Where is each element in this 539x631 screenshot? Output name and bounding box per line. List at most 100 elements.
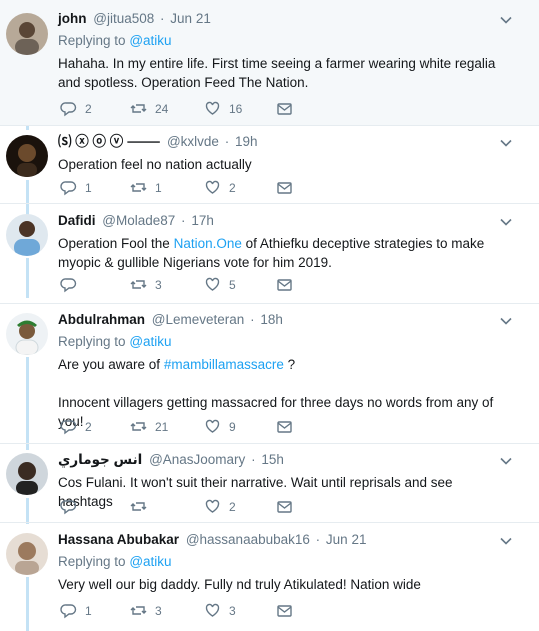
replying-to: Replying to @atiku — [58, 333, 509, 351]
tweet-header: انس جوماري @AnasJoomary · 15h — [58, 451, 509, 469]
timestamp[interactable]: Jun 21 — [170, 11, 211, 26]
message-button[interactable] — [276, 179, 293, 196]
tweet-text-part: Are you aware of — [58, 357, 164, 372]
chevron-down-icon[interactable] — [499, 215, 513, 229]
user-handle[interactable]: @jitua508 — [93, 11, 154, 26]
retweet-button[interactable]: 21 — [130, 418, 168, 435]
chevron-down-icon[interactable] — [499, 136, 513, 150]
tweet[interactable]: Hassana Abubakar @hassanaabubak16 · Jun … — [0, 523, 539, 631]
avatar[interactable] — [6, 533, 48, 575]
timestamp[interactable]: 17h — [191, 213, 214, 228]
timestamp[interactable]: 18h — [260, 312, 283, 327]
replying-to: Replying to @atiku — [58, 32, 509, 50]
user-name[interactable]: Abdulrahman — [58, 312, 145, 327]
avatar[interactable] — [6, 453, 48, 495]
separator: · — [224, 134, 230, 149]
like-button[interactable]: 16 — [204, 100, 242, 117]
avatar[interactable] — [6, 214, 48, 256]
tweet-header: Hassana Abubakar @hassanaabubak16 · Jun … — [58, 531, 509, 549]
avatar[interactable] — [6, 313, 48, 355]
tweet-link[interactable]: Nation.One — [174, 236, 242, 251]
reply-button[interactable]: 1 — [60, 602, 92, 619]
user-name[interactable]: ⒮ ⓧ ⓞ ⓥ ⸻ — [58, 134, 160, 149]
retweet-count: 24 — [155, 101, 169, 116]
separator: · — [160, 11, 165, 26]
chevron-down-icon[interactable] — [499, 534, 513, 548]
retweet-icon — [130, 502, 147, 511]
replying-label: Replying to — [58, 334, 126, 349]
reply-count: 2 — [85, 101, 92, 116]
reply-count: 1 — [85, 603, 92, 618]
retweet-icon — [130, 104, 147, 113]
tweet[interactable]: ⒮ ⓧ ⓞ ⓥ ⸻ @kxlvde · 19h Operation feel n… — [0, 126, 539, 204]
tweet-text: Hahaha. In my entire life. First time se… — [58, 56, 496, 90]
retweet-button[interactable]: 1 — [130, 179, 162, 196]
avatar[interactable] — [6, 135, 48, 177]
reply-icon — [60, 604, 77, 619]
retweet-count: 3 — [155, 277, 162, 292]
hashtag-link[interactable]: #mambillamassacre — [164, 357, 284, 372]
reply-icon — [60, 420, 77, 435]
like-count: 5 — [229, 277, 236, 292]
reply-button[interactable] — [60, 498, 85, 515]
message-button[interactable] — [276, 498, 293, 515]
tweet[interactable]: انس جوماري @AnasJoomary · 15h Cos Fulani… — [0, 444, 539, 523]
tweet-text: Are you aware of #mambillamassacre ? — [58, 355, 509, 374]
reply-button[interactable]: 1 — [60, 179, 92, 196]
replying-link[interactable]: @atiku — [129, 33, 171, 48]
heart-icon — [205, 277, 220, 291]
tweet-header: Abdulrahman @Lemeveteran · 18h — [58, 311, 509, 329]
retweet-button[interactable]: 3 — [130, 602, 162, 619]
chevron-down-icon[interactable] — [499, 454, 513, 468]
message-button[interactable] — [276, 276, 293, 293]
heart-icon — [205, 180, 220, 194]
user-name[interactable]: john — [58, 11, 87, 26]
replying-link[interactable]: @atiku — [129, 554, 171, 569]
envelope-icon — [277, 103, 292, 115]
envelope-icon — [277, 421, 292, 433]
user-handle[interactable]: @hassanaabubak16 — [186, 532, 310, 547]
reply-button[interactable]: 2 — [60, 418, 92, 435]
timestamp[interactable]: 19h — [235, 134, 258, 149]
tweet[interactable]: Dafidi @Molade87 · 17h Operation Fool th… — [0, 204, 539, 304]
reply-button[interactable]: 2 — [60, 100, 92, 117]
heart-icon — [205, 499, 220, 513]
user-handle[interactable]: @AnasJoomary — [149, 452, 245, 467]
reply-button[interactable] — [60, 276, 85, 293]
separator: · — [250, 312, 255, 327]
envelope-icon — [277, 279, 292, 291]
heart-icon — [205, 101, 220, 115]
message-button[interactable] — [276, 418, 293, 435]
like-button[interactable]: 9 — [204, 418, 236, 435]
retweet-button[interactable]: 3 — [130, 276, 162, 293]
reply-count: 2 — [85, 419, 92, 434]
user-handle[interactable]: @Lemeveteran — [152, 312, 245, 327]
user-handle[interactable]: @Molade87 — [102, 213, 175, 228]
reply-count: 1 — [85, 180, 92, 195]
timestamp[interactable]: 15h — [261, 452, 284, 467]
retweet-button[interactable] — [130, 498, 155, 515]
user-handle[interactable]: @kxlvde — [167, 134, 219, 149]
like-button[interactable]: 2 — [204, 179, 236, 196]
message-button[interactable] — [276, 100, 293, 117]
like-button[interactable]: 2 — [204, 498, 236, 515]
retweet-icon — [130, 606, 147, 615]
like-count: 2 — [229, 180, 236, 195]
replying-link[interactable]: @atiku — [129, 334, 171, 349]
like-count: 16 — [229, 101, 243, 116]
timestamp[interactable]: Jun 21 — [326, 532, 367, 547]
chevron-down-icon[interactable] — [499, 13, 513, 27]
reply-icon — [60, 181, 77, 196]
tweet[interactable]: john @jitua508 · Jun 21 Replying to @ati… — [0, 0, 539, 126]
like-button[interactable]: 3 — [204, 602, 236, 619]
chevron-down-icon[interactable] — [499, 314, 513, 328]
user-name[interactable]: Dafidi — [58, 213, 96, 228]
avatar[interactable] — [6, 13, 48, 55]
reply-icon — [60, 102, 77, 117]
like-button[interactable]: 5 — [204, 276, 236, 293]
user-name[interactable]: Hassana Abubakar — [58, 532, 179, 547]
message-button[interactable] — [276, 602, 293, 619]
user-name[interactable]: انس جوماري — [58, 452, 142, 467]
tweet[interactable]: Abdulrahman @Lemeveteran · 18h Replying … — [0, 304, 539, 444]
retweet-button[interactable]: 24 — [130, 100, 168, 117]
